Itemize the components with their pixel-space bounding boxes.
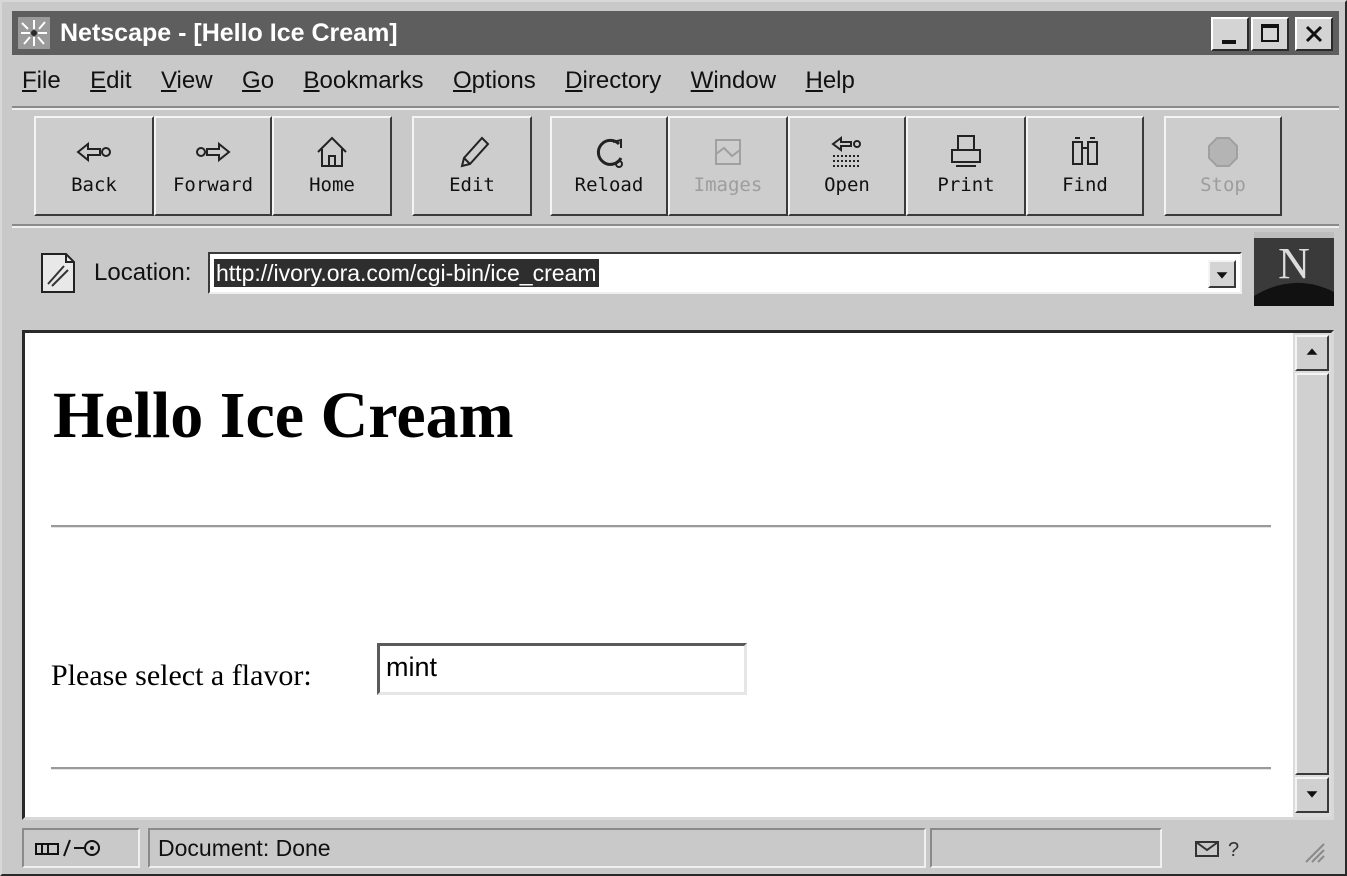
security-indicator[interactable]: [22, 828, 140, 868]
arrow-down-icon: [1306, 791, 1318, 798]
security-key-icon: [35, 839, 100, 857]
status-message: Document: Done: [148, 828, 926, 868]
resize-grip-icon[interactable]: [1302, 840, 1326, 864]
menu-separator: [12, 106, 1339, 110]
reload-icon: [596, 138, 623, 168]
svg-text:N: N: [1278, 239, 1310, 288]
netscape-starfield-icon[interactable]: [18, 17, 50, 49]
menu-help[interactable]: Help: [805, 64, 854, 98]
reload-label: Reload: [574, 174, 644, 196]
find-button[interactable]: Find: [1026, 116, 1144, 216]
print-button[interactable]: Print: [906, 116, 1026, 216]
forward-arrow-icon: [196, 141, 231, 163]
browser-window: Netscape - [Hello Ice Cream] File Edit V…: [0, 0, 1347, 876]
location-dropdown-button[interactable]: [1208, 260, 1236, 288]
home-button[interactable]: Home: [272, 116, 392, 216]
scroll-thumb[interactable]: [1295, 373, 1329, 775]
horizontal-rule-top: [51, 525, 1271, 528]
images-label: Images: [693, 174, 763, 196]
status-progress: [930, 828, 1162, 868]
close-button[interactable]: [1295, 17, 1333, 51]
chevron-down-icon: [1216, 272, 1228, 279]
home-icon: [317, 136, 347, 167]
edit-label: Edit: [449, 174, 495, 196]
menu-edit[interactable]: Edit: [90, 64, 131, 98]
title-bar[interactable]: Netscape - [Hello Ice Cream]: [12, 11, 1339, 55]
open-button[interactable]: Open: [788, 116, 906, 216]
back-button[interactable]: Back: [34, 116, 154, 216]
menu-view[interactable]: View: [161, 64, 213, 98]
stop-button[interactable]: Stop: [1164, 116, 1282, 216]
window-title: Netscape - [Hello Ice Cream]: [60, 19, 398, 47]
maximize-button[interactable]: [1251, 17, 1289, 51]
status-icons: ?: [1166, 828, 1338, 868]
open-label: Open: [824, 174, 870, 196]
close-icon: [1305, 25, 1323, 43]
menu-window[interactable]: Window: [691, 64, 776, 98]
find-label: Find: [1062, 174, 1108, 196]
page-link-icon[interactable]: [36, 250, 80, 296]
netscape-n-logo[interactable]: N: [1254, 232, 1334, 306]
home-label: Home: [309, 174, 355, 196]
print-label: Print: [937, 174, 995, 196]
stop-label: Stop: [1200, 174, 1246, 196]
scroll-down-button[interactable]: [1295, 777, 1329, 813]
printer-icon: [951, 135, 981, 167]
images-icon: [715, 139, 741, 165]
menu-go[interactable]: Go: [242, 64, 274, 98]
page-heading: Hello Ice Cream: [53, 379, 514, 452]
back-label: Back: [71, 174, 117, 196]
binoculars-icon: [1072, 137, 1098, 165]
maximize-icon: [1261, 24, 1279, 42]
mail-icon[interactable]: ?: [1194, 838, 1254, 862]
menu-options[interactable]: Options: [453, 64, 536, 98]
location-label: Location:: [94, 259, 192, 286]
menu-bar: File Edit View Go Bookmarks Options Dire…: [22, 64, 880, 98]
svg-text:?: ?: [1228, 839, 1239, 861]
forward-label: Forward: [172, 174, 254, 196]
toolbar-separator: [12, 224, 1339, 228]
minimize-icon: [1222, 40, 1236, 44]
reload-button[interactable]: Reload: [550, 116, 668, 216]
scroll-up-button[interactable]: [1295, 335, 1329, 371]
vertical-scrollbar[interactable]: [1293, 333, 1331, 817]
menu-file[interactable]: File: [22, 64, 61, 98]
stop-icon: [1208, 137, 1238, 167]
flavor-input[interactable]: mint: [377, 643, 747, 695]
arrow-up-icon: [1306, 348, 1318, 355]
page-content: Hello Ice Cream Please select a flavor: …: [22, 330, 1334, 820]
flavor-label: Please select a flavor:: [51, 659, 312, 692]
back-arrow-icon: [76, 141, 111, 163]
menu-bookmarks[interactable]: Bookmarks: [304, 64, 424, 98]
forward-button[interactable]: Forward: [154, 116, 272, 216]
status-text: Document: Done: [158, 835, 331, 861]
location-input[interactable]: http://ivory.ora.com/cgi-bin/ice_cream: [208, 252, 1242, 294]
open-icon: [831, 136, 861, 167]
images-button[interactable]: Images: [668, 116, 788, 216]
location-url[interactable]: http://ivory.ora.com/cgi-bin/ice_cream: [214, 259, 599, 287]
pencil-icon: [460, 136, 490, 168]
minimize-button[interactable]: [1211, 17, 1249, 51]
horizontal-rule-bottom: [51, 767, 1271, 770]
menu-directory[interactable]: Directory: [565, 64, 661, 98]
edit-button[interactable]: Edit: [412, 116, 532, 216]
